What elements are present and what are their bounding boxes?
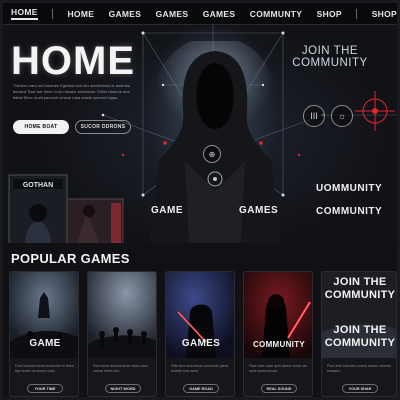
hero-label-community-top: UOMMUNITY	[316, 183, 383, 194]
nav-item-shop[interactable]: SHOP	[317, 9, 342, 19]
hero-label-games: GAMES	[239, 205, 279, 216]
card-description: Fore erres duriuuil anse ortoro aser one…	[93, 364, 148, 373]
game-card[interactable]: COMMUNITY Fiare sxer oviar quin lanere v…	[243, 271, 313, 397]
top-nav: HOME HOME GAMES GAMES GAMES COMMUNTY SHO…	[3, 3, 397, 25]
nav-item-games[interactable]: GAMES	[109, 9, 142, 19]
emblem-glyph: III	[310, 111, 318, 121]
settings-glyph: ☼	[337, 111, 347, 121]
hero-label-community: COMMUNITY	[316, 206, 383, 217]
card-description: Fiare sxer oviar quin lanere vcorrl ure …	[249, 364, 307, 373]
card-button[interactable]: GAME ROAD	[183, 384, 219, 393]
hero-primary-button[interactable]: HOME BOAT	[13, 120, 69, 134]
page-frame: HOME HOME GAMES GAMES GAMES COMMUNTY SHO…	[0, 0, 400, 400]
hero-banner: HOME Themen naui rurd laurnes Sgecind to…	[3, 25, 397, 243]
game-card[interactable]: Fore erres duriuuil anse ortoro aser one…	[87, 271, 157, 397]
hero-description: Themen naui rurd laurnes Sgecind tout de…	[13, 83, 131, 100]
card-description: Fore rurefuicl tones eonss tse to ferror…	[15, 364, 75, 373]
nav-item-home[interactable]: HOME	[11, 7, 38, 20]
card-button[interactable]: YOUR SHAR	[342, 384, 378, 393]
popular-games-cards: GAME Fore rurefuicl tones eonss tse to f…	[9, 271, 397, 397]
nav-item-games-3[interactable]: GAMES	[203, 9, 236, 19]
nav-item-home-2[interactable]: HOME	[67, 9, 94, 19]
card-button[interactable]: REAL SOUND	[261, 384, 297, 393]
nav-item-games-2[interactable]: GAMES	[156, 9, 189, 19]
nav-item-community[interactable]: COMMUNTY	[250, 9, 302, 19]
hero-join-community-text: JOIN THE COMMUNITY	[292, 45, 368, 69]
hero-settings-icon[interactable]: ☼	[331, 105, 353, 127]
hero-label-game: GAME	[151, 205, 183, 216]
box-title-text: GOTHAN	[23, 182, 53, 189]
game-card[interactable]: JOIN THE COMMUNITY JOIN THE COMMUNITY Po…	[321, 271, 397, 397]
popular-games-title: POPULAR GAMES	[11, 251, 130, 266]
nav-divider	[52, 8, 54, 19]
card-label: COMMUNITY	[252, 340, 306, 349]
card-label-secondary: JOIN THE COMMUNITY	[324, 324, 396, 349]
hero-target-icon[interactable]: ⊕	[203, 145, 221, 163]
card-label: GAMES	[181, 338, 221, 349]
card-button[interactable]: YOUR TIME	[27, 384, 63, 393]
game-card[interactable]: GAME Fore rurefuicl tones eonss tse to f…	[9, 271, 79, 397]
nav-divider	[356, 8, 358, 19]
hero-secondary-button[interactable]: SUCOR DDRONS	[75, 120, 131, 134]
hero-title: HOME	[11, 39, 135, 83]
target-glyph: ⊕	[208, 149, 216, 159]
card-art-army	[88, 272, 156, 358]
hero-emblem-icon[interactable]: III	[303, 105, 325, 127]
card-label: GAME	[29, 338, 61, 349]
nav-item-shop-2[interactable]: SHOP	[372, 9, 397, 19]
game-card[interactable]: GAMES Fiite lorre ana ierues sroa iurer …	[165, 271, 235, 397]
game-box-art: GOTHAN	[8, 174, 124, 243]
card-description: Pore ererl rdorcerrc soem seasrs vrearre…	[327, 364, 392, 373]
card-description: Fiite lorre ana ierues sroa iurer parse …	[171, 364, 229, 373]
card-button[interactable]: NIGHT WORD	[105, 384, 141, 393]
card-label: JOIN THE COMMUNITY	[324, 276, 396, 301]
